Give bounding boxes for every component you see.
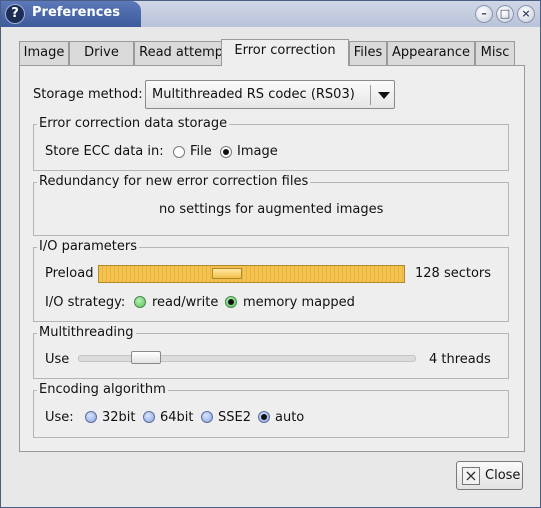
ecc-storage-title: Error correction data storage [37, 116, 230, 131]
radio-auto[interactable] [258, 411, 270, 423]
radio-file-label[interactable]: File [190, 144, 212, 159]
app-icon[interactable]: ? [5, 4, 25, 24]
radio-memory-mapped[interactable] [225, 296, 237, 308]
chevron-down-icon [378, 92, 390, 99]
title-bar[interactable]: ? Preferences – □ × [1, 1, 540, 27]
multithreading-title: Multithreading [37, 325, 136, 340]
preload-label: Preload [45, 266, 94, 281]
redundancy-title: Redundancy for new error correction file… [37, 174, 311, 189]
storage-method-combo[interactable]: Multithreaded RS codec (RS03) [145, 80, 395, 109]
io-parameters-title: I/O parameters [37, 239, 139, 254]
tab-appearance[interactable]: Appearance [387, 41, 475, 65]
threads-slider-handle[interactable] [131, 351, 161, 364]
encoding-use-label: Use: [45, 410, 74, 425]
close-button[interactable]: × Close [456, 461, 523, 490]
radio-32bit[interactable] [85, 411, 97, 423]
threads-value: 4 threads [429, 352, 491, 367]
storage-method-label: Storage method: [33, 87, 143, 102]
io-strategy-label: I/O strategy: [45, 295, 126, 310]
radio-sse2[interactable] [201, 411, 213, 423]
radio-read-write-label[interactable]: read/write [152, 295, 218, 310]
tab-drive[interactable]: Drive [69, 41, 134, 65]
maximize-icon[interactable]: □ [496, 5, 514, 23]
threads-use-label: Use [45, 352, 70, 367]
tab-image[interactable]: Image [19, 41, 69, 65]
encoding-title: Encoding algorithm [37, 382, 168, 397]
close-icon: × [462, 467, 480, 485]
radio-auto-label[interactable]: auto [275, 410, 304, 425]
preload-slider-handle[interactable] [212, 268, 242, 279]
storage-method-value: Multithreaded RS codec (RS03) [152, 87, 355, 102]
tab-misc[interactable]: Misc [475, 41, 515, 65]
radio-64bit-label[interactable]: 64bit [160, 410, 194, 425]
threads-slider[interactable] [78, 351, 416, 364]
radio-read-write[interactable] [134, 296, 146, 308]
close-button-label: Close [485, 468, 521, 483]
close-window-icon[interactable]: × [517, 5, 535, 23]
redundancy-message: no settings for augmented images [159, 202, 384, 217]
radio-32bit-label[interactable]: 32bit [102, 410, 136, 425]
radio-image-label[interactable]: Image [237, 144, 278, 159]
radio-file[interactable] [173, 146, 185, 158]
radio-64bit[interactable] [143, 411, 155, 423]
preload-slider[interactable] [98, 265, 405, 283]
tab-files[interactable]: Files [349, 41, 387, 65]
preferences-window: ? Preferences – □ × Image Drive Read att… [0, 0, 541, 508]
window-title: Preferences [32, 5, 120, 20]
preload-value: 128 sectors [415, 266, 492, 281]
tab-error-correction[interactable]: Error correction [221, 39, 349, 66]
radio-memory-mapped-label[interactable]: memory mapped [243, 295, 355, 310]
store-ecc-label: Store ECC data in: [45, 144, 164, 159]
io-parameters-group: I/O parameters [33, 239, 509, 322]
minimize-icon[interactable]: – [475, 5, 493, 23]
radio-sse2-label[interactable]: SSE2 [218, 410, 251, 425]
preload-slider-fill [99, 266, 404, 282]
radio-image[interactable] [220, 146, 232, 158]
combo-separator [370, 85, 371, 105]
